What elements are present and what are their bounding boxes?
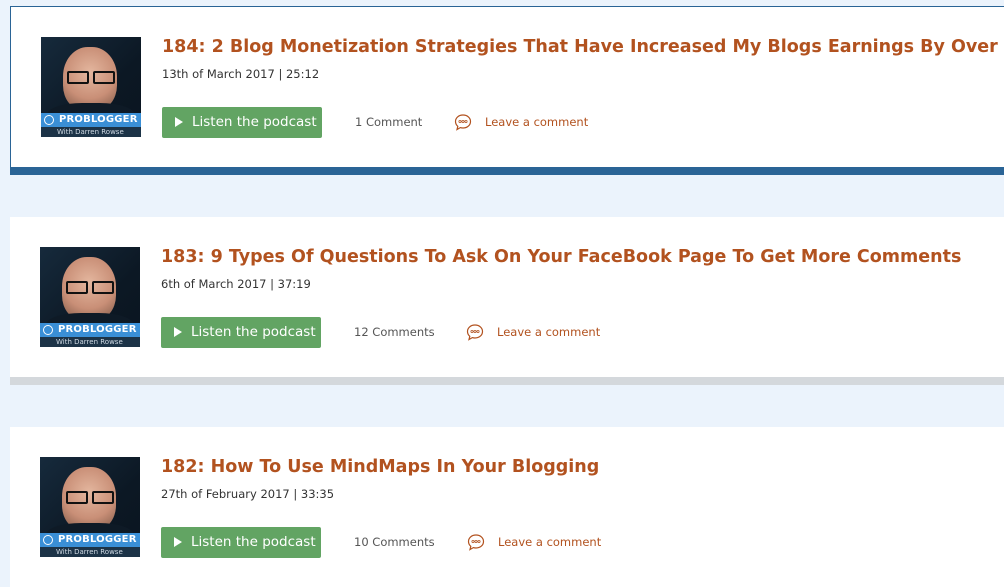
play-icon: [174, 537, 182, 547]
play-icon: [175, 117, 183, 127]
speech-bubble-icon: [467, 534, 485, 551]
comments-count-link[interactable]: 1 Comment: [355, 115, 422, 129]
listen-podcast-button[interactable]: Listen the podcast: [161, 527, 321, 558]
thumbnail-byline: With Darren Rowse: [41, 127, 141, 137]
glasses-graphic: [66, 281, 114, 294]
leave-comment-link[interactable]: Leave a comment: [498, 535, 601, 549]
brand-logo-icon: [44, 115, 54, 125]
comments-count-link[interactable]: 12 Comments: [354, 325, 435, 339]
glasses-graphic: [67, 71, 115, 84]
glasses-graphic: [66, 491, 114, 504]
episode-card: PROBLOGGER With Darren Rowse 183: 9 Type…: [10, 217, 1004, 385]
leave-comment-link[interactable]: Leave a comment: [497, 325, 600, 339]
speech-bubble-icon: [466, 324, 484, 341]
episode-title[interactable]: 183: 9 Types Of Questions To Ask On Your…: [161, 247, 961, 267]
podcast-thumbnail[interactable]: PROBLOGGER With Darren Rowse: [41, 37, 141, 137]
comments-count-link[interactable]: 10 Comments: [354, 535, 435, 549]
thumbnail-byline: With Darren Rowse: [40, 337, 140, 347]
episode-title[interactable]: 184: 2 Blog Monetization Strategies That…: [162, 37, 1004, 57]
card-divider: [10, 377, 1004, 385]
card-divider: [11, 167, 1004, 175]
episode-date: 27th of February 2017 | 33:35: [161, 487, 335, 501]
leave-comment-link[interactable]: Leave a comment: [485, 115, 588, 129]
brand-logo-icon: [43, 535, 53, 545]
speech-bubble-icon: [454, 114, 472, 131]
podcast-thumbnail[interactable]: PROBLOGGER With Darren Rowse: [40, 457, 140, 557]
episode-date: 13th of March 2017 | 25:12: [162, 67, 320, 81]
thumbnail-brand: PROBLOGGER: [41, 113, 141, 127]
episode-title[interactable]: 182: How To Use MindMaps In Your Bloggin…: [161, 457, 599, 477]
brand-logo-icon: [43, 325, 53, 335]
play-icon: [174, 327, 182, 337]
podcast-thumbnail[interactable]: PROBLOGGER With Darren Rowse: [40, 247, 140, 347]
thumbnail-brand: PROBLOGGER: [40, 323, 140, 337]
listen-podcast-button[interactable]: Listen the podcast: [161, 317, 321, 348]
thumbnail-brand: PROBLOGGER: [40, 533, 140, 547]
episode-card: PROBLOGGER With Darren Rowse 184: 2 Blog…: [10, 6, 1004, 175]
episode-card: PROBLOGGER With Darren Rowse 182: How To…: [10, 427, 1004, 587]
episode-date: 6th of March 2017 | 37:19: [161, 277, 311, 291]
listen-podcast-button[interactable]: Listen the podcast: [162, 107, 322, 138]
thumbnail-byline: With Darren Rowse: [40, 547, 140, 557]
